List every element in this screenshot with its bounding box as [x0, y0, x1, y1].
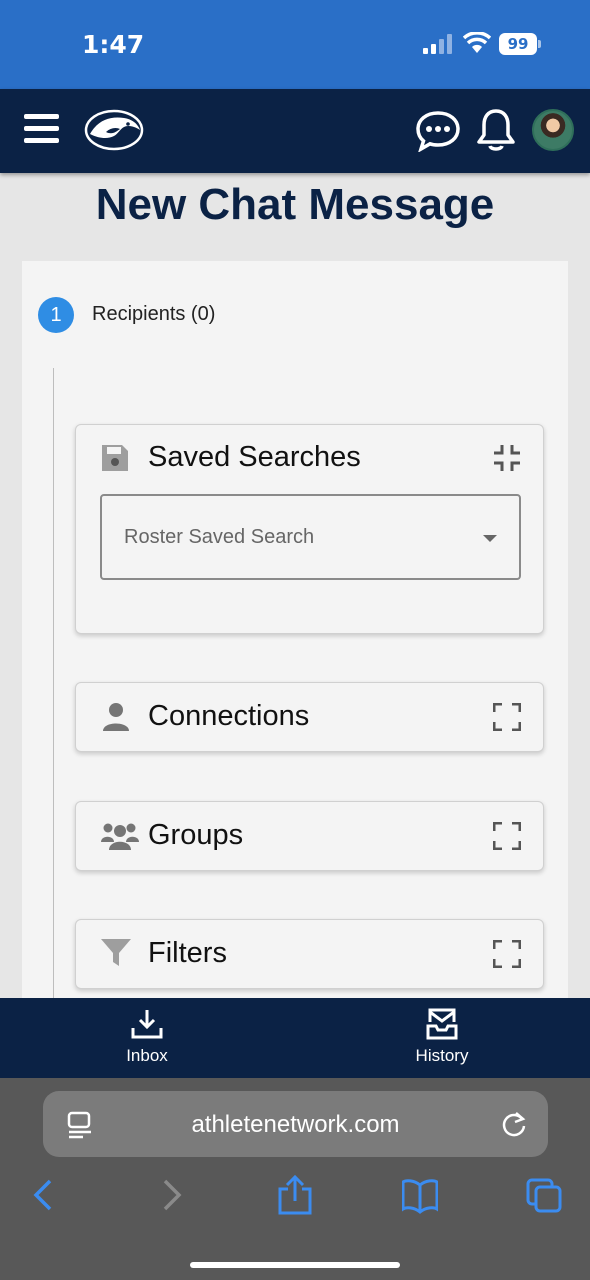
share-icon[interactable] — [277, 1175, 313, 1215]
people-group-icon — [101, 823, 139, 850]
filters-panel[interactable]: Filters — [75, 919, 544, 989]
saved-searches-title: Saved Searches — [148, 441, 361, 473]
url-text: athletenetwork.com — [191, 1111, 400, 1138]
step-label[interactable]: Recipients (0) — [92, 303, 215, 326]
expand-icon[interactable] — [493, 822, 521, 850]
battery-level: 99 — [499, 33, 537, 55]
page-title: New Chat Message — [95, 180, 495, 229]
floppy-disk-icon — [102, 445, 128, 471]
status-bar: 1:47 99 — [0, 0, 590, 89]
filters-title: Filters — [148, 937, 227, 969]
hamburger-menu-icon[interactable] — [24, 112, 60, 146]
user-avatar[interactable] — [532, 109, 574, 151]
expand-icon[interactable] — [493, 703, 521, 731]
inbox-download-icon — [131, 1010, 163, 1039]
nav-history-label: History — [415, 1046, 469, 1065]
roster-saved-search-select[interactable]: Roster Saved Search — [100, 494, 521, 580]
funnel-icon — [101, 939, 131, 966]
cellular-signal-icon — [423, 34, 452, 54]
address-bar[interactable]: athletenetwork.com — [43, 1091, 548, 1157]
select-placeholder: Roster Saved Search — [124, 526, 315, 548]
wifi-icon — [463, 32, 491, 53]
battery-icon: 99 — [499, 33, 541, 55]
bottom-nav: Inbox History — [0, 998, 590, 1078]
step-number-badge: 1 — [38, 297, 74, 333]
saved-searches-panel: Saved Searches Roster Saved Search — [75, 424, 544, 634]
collapse-icon[interactable] — [493, 444, 521, 472]
nittany-lion-logo[interactable] — [84, 108, 144, 152]
groups-panel[interactable]: Groups — [75, 801, 544, 871]
back-icon[interactable] — [26, 1175, 62, 1215]
nav-history[interactable]: History — [382, 998, 502, 1078]
tabs-icon[interactable] — [526, 1175, 562, 1215]
reload-icon[interactable] — [500, 1110, 528, 1138]
nav-inbox-label: Inbox — [126, 1046, 168, 1065]
status-time: 1:47 — [82, 30, 145, 59]
home-indicator — [190, 1262, 400, 1268]
connections-panel[interactable]: Connections — [75, 682, 544, 752]
mail-tray-icon — [426, 1008, 458, 1040]
person-icon — [103, 703, 129, 731]
chat-bubble-icon[interactable] — [415, 110, 461, 152]
app-header — [0, 89, 590, 173]
chevron-down-icon — [483, 535, 497, 542]
bookmarks-icon[interactable] — [402, 1175, 438, 1215]
expand-icon[interactable] — [493, 940, 521, 968]
browser-chrome: athletenetwork.com — [0, 1078, 590, 1280]
bell-icon[interactable] — [476, 107, 516, 153]
step-connector-line — [53, 368, 54, 1000]
nav-inbox[interactable]: Inbox — [87, 998, 207, 1078]
groups-title: Groups — [148, 819, 244, 851]
forward-icon[interactable] — [153, 1175, 189, 1215]
connections-title: Connections — [148, 700, 310, 732]
